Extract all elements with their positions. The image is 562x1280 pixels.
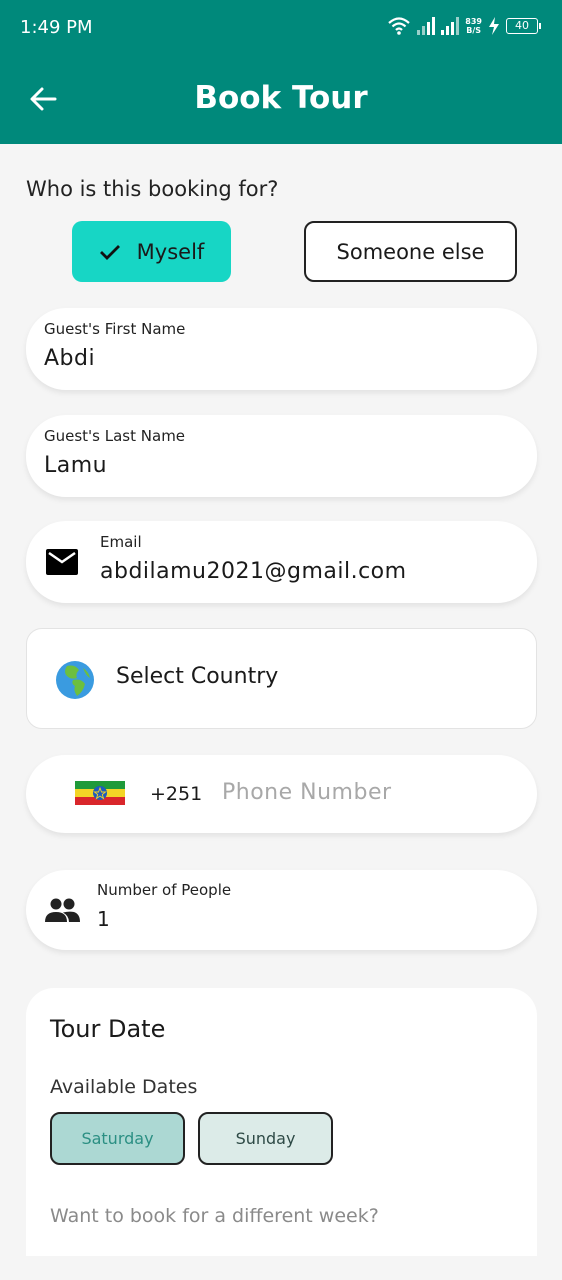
battery-icon: 40: [506, 18, 541, 34]
first-name-field[interactable]: Guest's First Name Abdi: [26, 308, 537, 390]
signal-icon-2: [441, 17, 460, 35]
number-of-people-field[interactable]: Number of People 1: [26, 870, 537, 950]
page-title: Book Tour: [194, 80, 368, 116]
mail-icon: [46, 549, 78, 575]
ethiopia-flag-icon[interactable]: [75, 781, 125, 805]
network-speed-unit: B/S: [466, 26, 482, 35]
select-country-field[interactable]: [26, 628, 537, 729]
wifi-icon: [388, 17, 411, 35]
network-speed-value: 839: [465, 17, 482, 26]
myself-option-button[interactable]: Myself: [72, 221, 231, 282]
someone-else-option-button[interactable]: Someone else: [304, 221, 517, 282]
number-of-people-value[interactable]: 1: [97, 907, 110, 931]
network-speed: 839 B/S: [465, 17, 482, 35]
different-week-link[interactable]: Want to book for a different week?: [50, 1205, 379, 1227]
app-bar: 1:49 PM 839 B/S 40 Book Tour: [0, 0, 562, 144]
email-label: Email: [100, 533, 142, 551]
first-name-label: Guest's First Name: [44, 320, 186, 338]
myself-option-label: Myself: [136, 239, 205, 264]
people-icon: [45, 898, 80, 922]
last-name-value[interactable]: Lamu: [44, 453, 107, 478]
last-name-label: Guest's Last Name: [44, 427, 186, 445]
tour-date-title: Tour Date: [50, 1015, 166, 1043]
someone-else-option-label: Someone else: [336, 239, 485, 264]
date-option-saturday-label: Saturday: [81, 1129, 154, 1148]
last-name-field[interactable]: Guest's Last Name Lamu: [26, 415, 537, 497]
date-option-sunday-label: Sunday: [235, 1129, 296, 1148]
signal-icon: [417, 17, 436, 35]
booking-for-question: Who is this booking for?: [26, 177, 279, 201]
date-option-saturday[interactable]: Saturday: [50, 1112, 185, 1165]
check-icon: [99, 243, 121, 261]
status-icons: 839 B/S 40: [387, 16, 541, 36]
available-dates-label: Available Dates: [50, 1076, 198, 1098]
status-time: 1:49 PM: [20, 17, 93, 38]
dial-code[interactable]: +251: [150, 783, 202, 805]
email-value[interactable]: abdilamu2021@gmail.com: [100, 559, 407, 584]
first-name-value[interactable]: Abdi: [44, 346, 95, 371]
date-option-sunday[interactable]: Sunday: [198, 1112, 333, 1165]
number-of-people-label: Number of People: [97, 881, 232, 899]
phone-number-input[interactable]: [222, 780, 512, 805]
globe-icon: [56, 661, 94, 699]
charging-icon: [489, 17, 499, 35]
select-country-label: Select Country: [116, 664, 279, 689]
email-field[interactable]: Email abdilamu2021@gmail.com: [26, 521, 537, 603]
